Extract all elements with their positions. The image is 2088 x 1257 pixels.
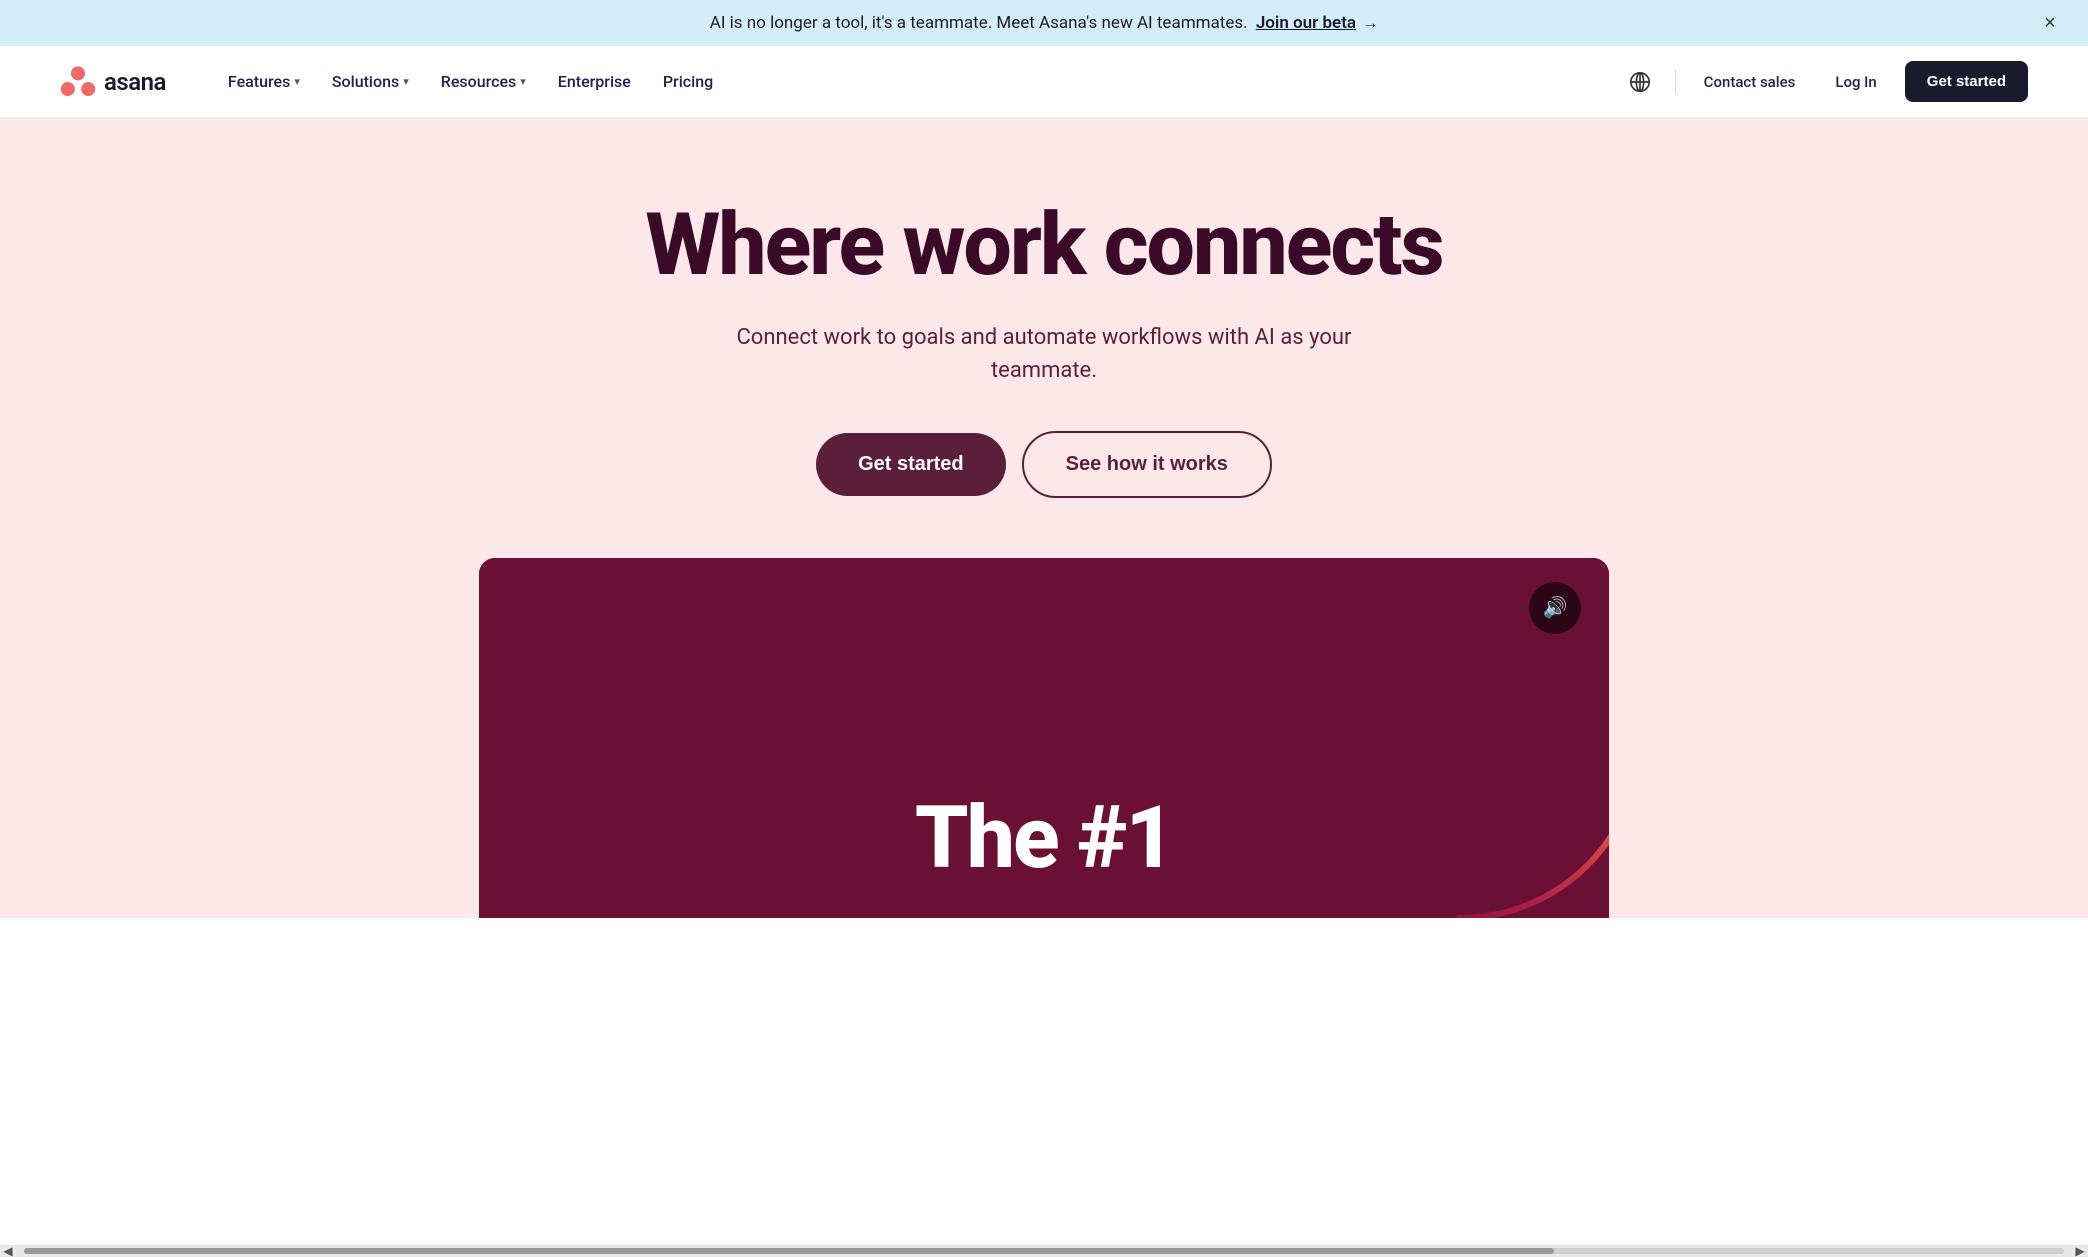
video-inner: 🔊 The #1 <box>479 558 1609 918</box>
hero-section: Where work connects Connect work to goal… <box>0 118 2088 918</box>
hero-cta-buttons: Get started See how it works <box>816 431 1272 498</box>
sound-icon: 🔊 <box>1543 595 1568 620</box>
nav-links: Features ▾ Solutions ▾ Resources ▾ Enter… <box>214 64 1621 99</box>
scrollbar-thumb[interactable] <box>24 1248 1554 1254</box>
nav-item-pricing[interactable]: Pricing <box>649 64 727 99</box>
announcement-banner: AI is no longer a tool, it's a teammate.… <box>0 0 2088 46</box>
nav-resources-label: Resources <box>441 72 517 91</box>
banner-message: AI is no longer a tool, it's a teammate.… <box>710 13 1248 33</box>
language-selector-button[interactable] <box>1621 63 1659 101</box>
nav-item-resources[interactable]: Resources ▾ <box>427 64 540 99</box>
features-chevron-icon: ▾ <box>294 75 300 88</box>
contact-sales-link[interactable]: Contact sales <box>1692 65 1808 99</box>
logo-text: asana <box>104 68 166 96</box>
hero-see-how-button[interactable]: See how it works <box>1022 431 1272 498</box>
hero-title: Where work connects <box>645 198 1442 293</box>
globe-icon <box>1629 71 1651 93</box>
solutions-chevron-icon: ▾ <box>403 75 409 88</box>
banner-link[interactable]: Join our beta <box>1256 13 1356 33</box>
nav-item-solutions[interactable]: Solutions ▾ <box>318 64 423 99</box>
horizontal-scrollbar[interactable]: ◀ ▶ <box>0 1245 2088 1257</box>
nav-item-features[interactable]: Features ▾ <box>214 64 314 99</box>
scroll-right-arrow[interactable]: ▶ <box>2072 1243 2088 1257</box>
banner-arrow-icon: → <box>1362 13 1378 32</box>
hero-video[interactable]: 🔊 The #1 <box>479 558 1609 918</box>
banner-text: AI is no longer a tool, it's a teammate.… <box>710 13 1379 33</box>
nav-right-section: Contact sales Log In Get started <box>1621 61 2028 102</box>
nav-features-label: Features <box>228 72 290 91</box>
nav-enterprise-label: Enterprise <box>558 72 631 91</box>
video-sound-button[interactable]: 🔊 <box>1529 582 1581 634</box>
logo[interactable]: asana <box>60 64 166 100</box>
hero-subtitle: Connect work to goals and automate workf… <box>694 321 1394 387</box>
hero-get-started-button[interactable]: Get started <box>816 433 1006 496</box>
asana-logo-icon <box>60 64 96 100</box>
main-navbar: asana Features ▾ Solutions ▾ Resources ▾… <box>0 46 2088 118</box>
nav-divider <box>1675 70 1676 94</box>
nav-pricing-label: Pricing <box>663 72 713 91</box>
scrollbar-track[interactable] <box>24 1248 2064 1254</box>
nav-solutions-label: Solutions <box>332 72 399 91</box>
nav-item-enterprise[interactable]: Enterprise <box>544 64 645 99</box>
resources-chevron-icon: ▾ <box>520 75 526 88</box>
video-overlay-text: The #1 <box>915 787 1173 888</box>
video-arc-decoration <box>1379 598 1609 918</box>
login-button[interactable]: Log In <box>1823 65 1888 99</box>
scroll-left-arrow[interactable]: ◀ <box>0 1243 16 1257</box>
nav-get-started-button[interactable]: Get started <box>1905 61 2028 102</box>
banner-close-button[interactable]: × <box>2036 9 2064 37</box>
